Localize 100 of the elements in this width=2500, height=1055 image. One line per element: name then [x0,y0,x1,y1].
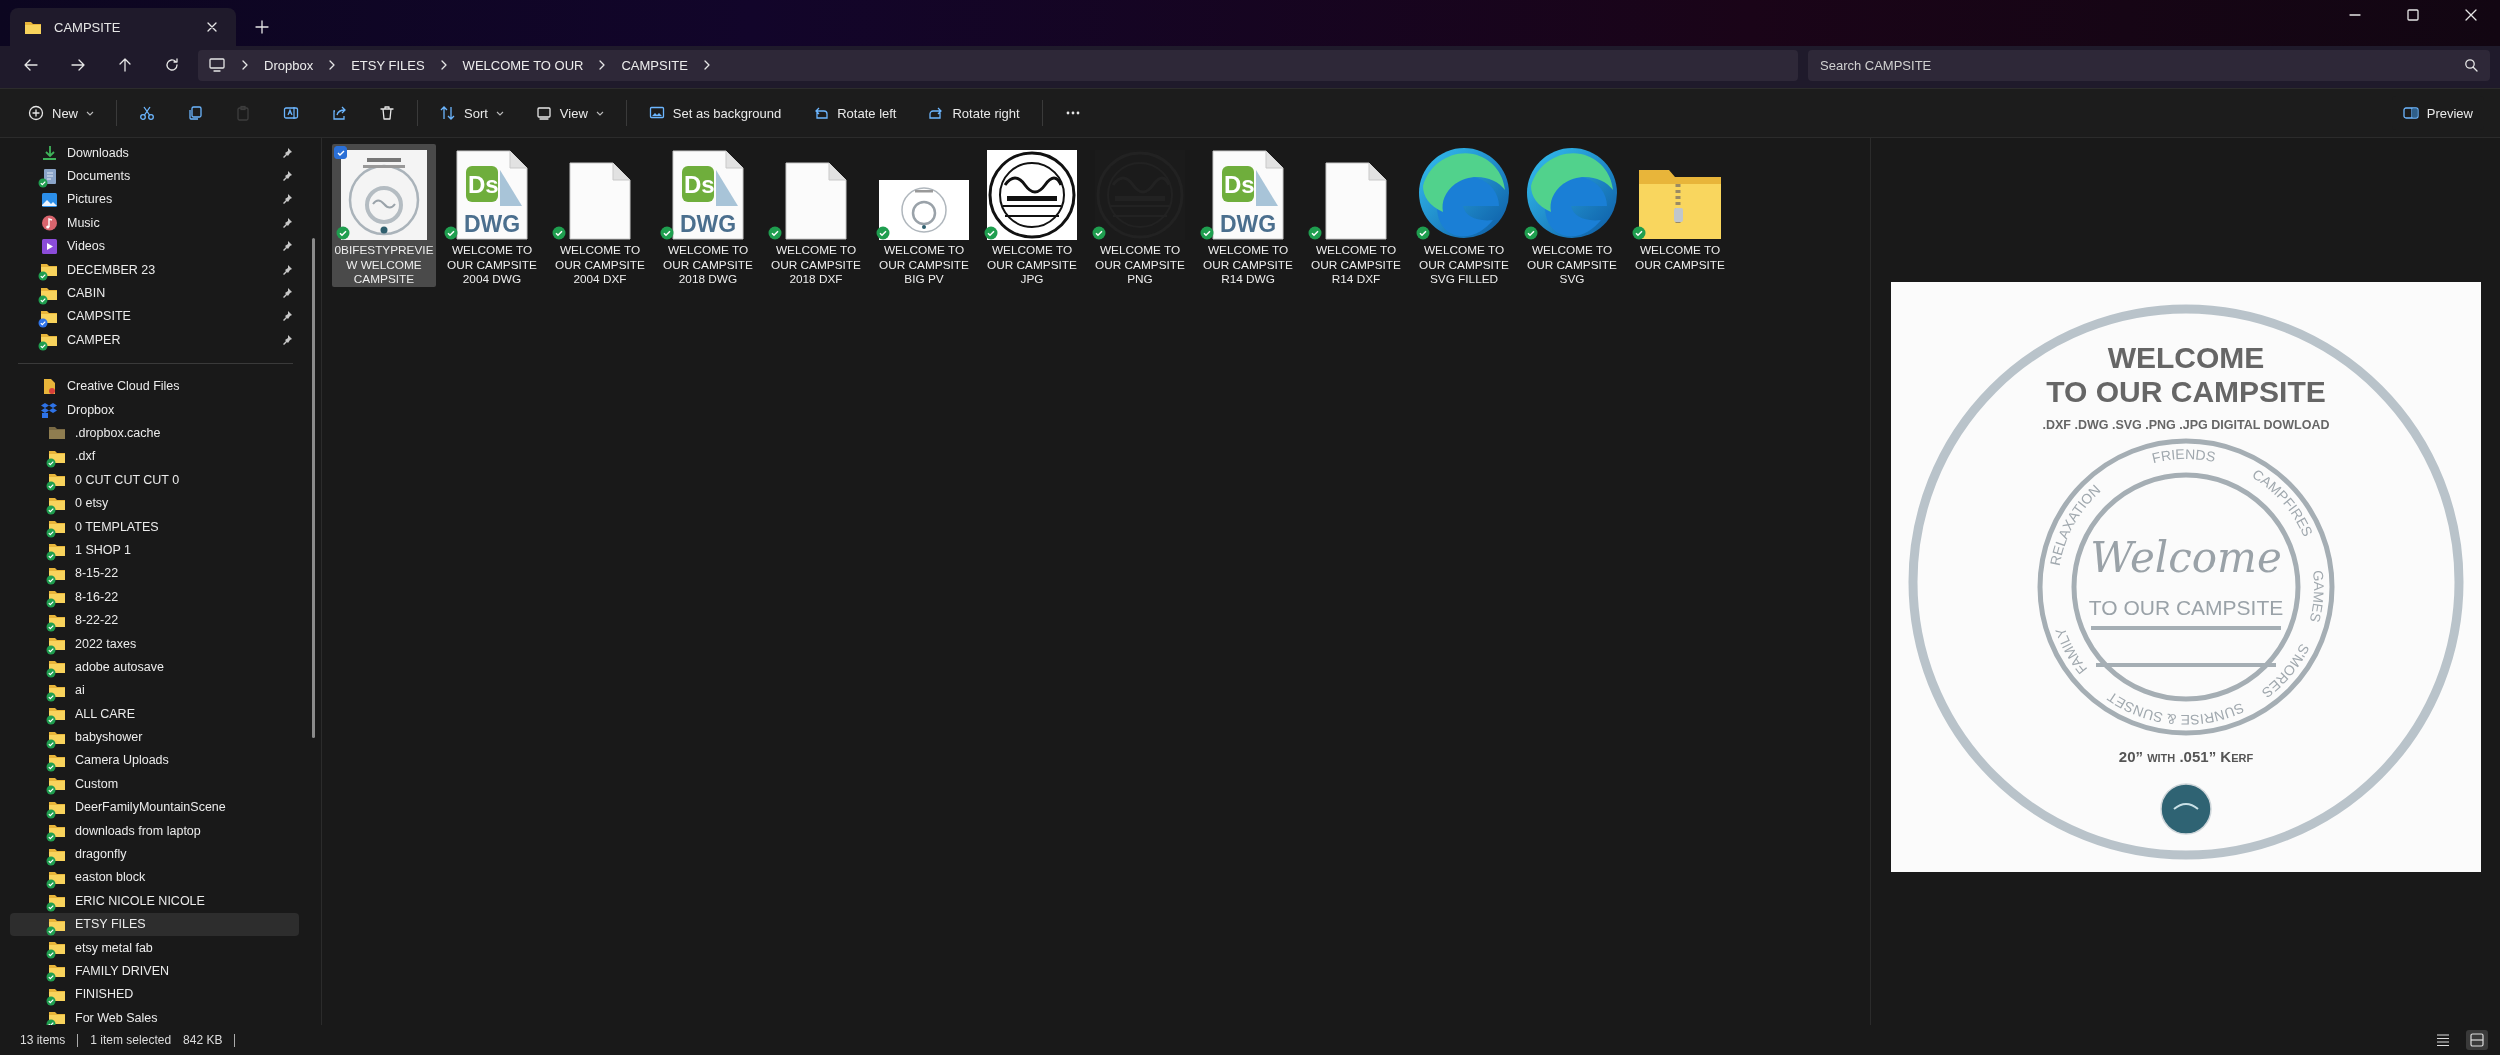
breadcrumb[interactable]: CAMPSITE [621,57,688,73]
rotate-right-button[interactable]: Rotate right [918,97,1030,129]
scissors-icon [139,105,155,121]
sidebar-item[interactable]: .dropbox.cache [10,421,299,445]
file-item[interactable]: Ds DWG WELCOME TO OUR CAMPSITE 2004 DWG [440,144,544,287]
close-icon [2464,8,2478,22]
pin-icon [281,170,293,183]
new-button[interactable]: New [18,97,104,129]
sidebar-item[interactable]: 8-15-22 [10,561,299,586]
back-arrow-icon [23,57,39,73]
folder-tab[interactable]: CAMPSITE [10,8,236,46]
sync-check-icon [1524,226,1538,240]
sort-button[interactable]: Sort [430,97,514,129]
sidebar-item[interactable]: Downloads [10,141,299,165]
file-item[interactable]: WELCOME TO OUR CAMPSITE 2018 DXF [764,144,868,287]
search-field[interactable]: Search CAMPSITE [1808,49,2490,81]
sidebar-item[interactable]: babyshower [10,725,299,749]
sidebar-item[interactable]: FINISHED [10,982,299,1007]
sidebar-item[interactable]: ALL CARE [10,702,299,726]
pin-icon [281,240,293,253]
view-mode-button[interactable] [2466,1030,2488,1050]
sidebar-item[interactable]: DeerFamilyMountainScene [10,795,299,819]
sidebar-item[interactable]: CAMPER [10,328,299,352]
sidebar-item[interactable]: ETSY FILES [10,912,299,936]
breadcrumb[interactable]: ETSY FILES [351,57,425,73]
tiles-view-icon [2469,1032,2485,1048]
sidebar-item[interactable]: etsy metal fab [10,935,299,960]
sync-check-icon [1416,226,1430,240]
up-arrow-icon [117,57,133,73]
sidebar-item[interactable]: DECEMBER 23 [10,257,299,282]
file-item[interactable]: WELCOME TO OUR CAMPSITE PNG [1088,144,1192,287]
sidebar-item[interactable]: FAMILY DRIVEN [10,959,299,983]
sort-icon [440,105,456,121]
file-item[interactable]: 0BIFESTYPREVIEW WELCOME CAMPSITE [332,144,436,287]
pin-icon [281,333,293,346]
file-item[interactable]: Ds DWG WELCOME TO OUR CAMPSITE 2018 DWG [656,144,760,287]
sidebar-item[interactable]: 0 CUT CUT CUT 0 [10,468,299,492]
refresh-icon [164,57,180,73]
file-item[interactable]: WELCOME TO OUR CAMPSITE SVG FILLED [1412,144,1516,287]
pin-icon [281,216,293,229]
sidebar-item[interactable]: Creative Cloud Files [10,374,299,398]
sidebar-item[interactable]: .dxf [10,444,299,469]
pin-icon [281,287,293,300]
sidebar-item[interactable]: ERIC NICOLE NICOLE [10,889,299,913]
checkbox[interactable] [334,146,347,159]
close-icon [206,21,218,33]
dwg-file-icon: Ds DWG [1212,150,1284,240]
sync-check-icon [1092,226,1106,240]
sidebar-item[interactable]: dragonfly [10,842,299,866]
sidebar-item[interactable]: Camera Uploads [10,748,299,773]
sidebar-item[interactable]: Pictures [10,187,299,212]
sidebar-item[interactable]: adobe autosave [10,655,299,679]
sidebar-item[interactable]: Music [10,211,299,235]
music-note-icon [40,214,58,232]
file-item[interactable]: WELCOME TO OUR CAMPSITE [1628,144,1732,287]
wallpaper-icon [648,105,665,121]
file-item[interactable]: WELCOME TO OUR CAMPSITE BIG PV [872,144,976,287]
chevron-icon [240,60,250,70]
breadcrumb[interactable]: Dropbox [264,57,314,73]
sidebar-item[interactable]: CAMPSITE [10,304,299,329]
scrollbar[interactable] [312,238,315,738]
folder-icon [48,424,66,442]
sidebar-item[interactable]: Documents [10,164,299,188]
sidebar-item[interactable]: downloads from laptop [10,818,299,843]
image-icon [40,190,58,208]
document-icon [569,162,631,240]
plus-icon [255,20,269,34]
file-item[interactable]: WELCOME TO OUR CAMPSITE 2004 DXF [548,144,652,287]
sidebar-item[interactable]: 1 SHOP 1 [10,538,299,562]
details-view-icon [2435,1032,2451,1048]
background-button[interactable]: Set as background [638,97,792,129]
pin-icon [281,310,293,323]
view-button[interactable]: View [525,97,614,129]
sidebar-item[interactable]: Dropbox [10,397,299,422]
sidebar-item[interactable]: 8-22-22 [10,608,299,632]
dwg-file-icon: Ds DWG [456,150,528,240]
breadcrumb[interactable]: WELCOME TO OUR [462,57,584,73]
file-item[interactable]: WELCOME TO OUR CAMPSITE SVG [1520,144,1624,287]
sidebar-item[interactable]: CABIN [10,281,299,305]
share-icon [331,105,347,121]
address-bar[interactable]: Dropbox ETSY FILES WELCOME TO OUR CAMPSITE [198,49,1798,81]
trash-icon [379,105,395,121]
sidebar-item[interactable]: ai [10,678,299,702]
forward-arrow-icon [70,57,86,73]
sidebar-item[interactable]: Videos [10,234,299,258]
search-icon [2464,57,2478,72]
sidebar-item[interactable]: easton block [10,865,299,890]
file-item[interactable]: WELCOME TO OUR CAMPSITE R14 DXF [1304,144,1408,287]
sync-check-icon [660,226,674,240]
sidebar-item[interactable]: 8-16-22 [10,585,299,609]
file-item[interactable]: Ds DWG WELCOME TO OUR CAMPSITE R14 DWG [1196,144,1300,287]
rotate-left-button[interactable]: Rotate left [803,97,907,129]
file-item[interactable]: WELCOME TO OUR CAMPSITE JPG [980,144,1084,287]
sidebar-item[interactable]: 0 TEMPLATES [10,514,299,539]
monitor-icon [535,105,552,121]
sidebar-item[interactable]: 2022 taxes [10,631,299,656]
selection-size: 842 KB [183,1033,223,1047]
sidebar-item[interactable]: Custom [10,772,299,796]
heading-text: TO OUR CAMPSITE [2045,375,2326,408]
sidebar-item[interactable]: 0 etsy [10,491,299,515]
